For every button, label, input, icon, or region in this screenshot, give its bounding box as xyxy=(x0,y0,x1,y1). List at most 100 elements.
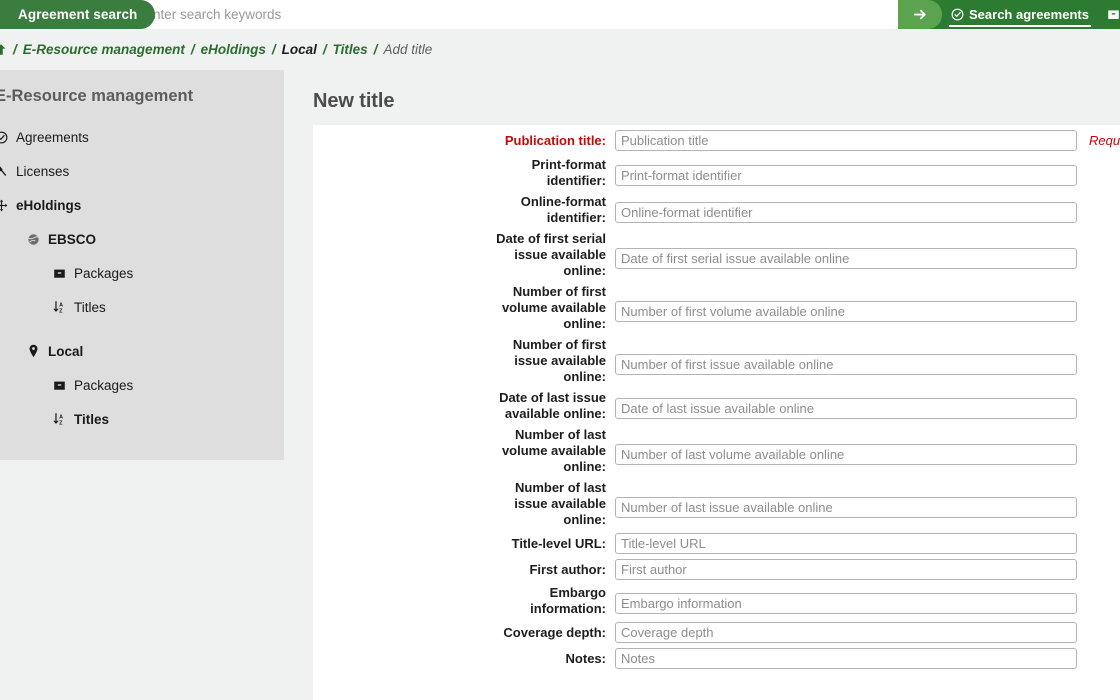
form-row: Coverage depth: xyxy=(313,617,1120,643)
field-input[interactable] xyxy=(615,248,1077,269)
agreement-search-app-pill[interactable]: Agreement search xyxy=(0,0,155,29)
main-pane: New title Publication title:RequiredPrin… xyxy=(300,70,1120,700)
map-pin-icon xyxy=(26,344,41,358)
form-row: Notes: xyxy=(313,643,1120,669)
field-input[interactable] xyxy=(615,622,1077,643)
field-input[interactable] xyxy=(615,165,1077,186)
field-wrapper xyxy=(615,194,1120,223)
breadcrumb: / E-Resource management / eHoldings / Lo… xyxy=(0,29,1120,70)
sidebar-item-label: eHoldings xyxy=(16,198,81,213)
field-wrapper: Required xyxy=(615,130,1120,152)
required-note: Required xyxy=(1089,130,1120,152)
breadcrumb-item-local[interactable]: Local xyxy=(281,42,318,57)
page-body: E-Resource management Agreements Lice xyxy=(0,70,1120,700)
field-input[interactable] xyxy=(615,559,1077,580)
gavel-icon xyxy=(0,164,9,178)
field-input[interactable] xyxy=(615,497,1077,518)
box-icon xyxy=(52,379,67,392)
sidebar-item-label: Licenses xyxy=(16,164,69,179)
breadcrumb-separator: / xyxy=(318,42,332,57)
breadcrumb-item-titles[interactable]: Titles xyxy=(332,42,369,57)
field-label: Notes: xyxy=(313,648,615,667)
search-submit-button[interactable] xyxy=(898,0,942,29)
field-label: Number of last issue available online: xyxy=(313,480,615,528)
field-input[interactable] xyxy=(615,130,1077,151)
field-input[interactable] xyxy=(615,301,1077,322)
sidebar-item-local-titles[interactable]: A Z Titles xyxy=(0,402,284,436)
field-label: Number of first issue available online: xyxy=(313,337,615,385)
form-row: Number of last volume available online: xyxy=(313,422,1120,475)
sidebar-item-ebsco-packages[interactable]: Packages xyxy=(0,256,284,290)
field-label: Print-format identifier: xyxy=(313,157,615,189)
field-input[interactable] xyxy=(615,202,1077,223)
field-label: Online-format identifier: xyxy=(313,194,615,226)
breadcrumb-item-e-resource-management[interactable]: E-Resource management xyxy=(22,42,186,57)
sidebar-item-local-packages[interactable]: Packages xyxy=(0,368,284,402)
breadcrumb-item-eholdings[interactable]: eHoldings xyxy=(200,42,267,57)
form-row: Number of first volume available online: xyxy=(313,279,1120,332)
field-label: Title-level URL: xyxy=(313,533,615,552)
box-icon xyxy=(1107,8,1120,21)
circle-check-icon xyxy=(951,8,964,21)
form-row: Title-level URL: xyxy=(313,528,1120,554)
sidebar-item-ebsco[interactable]: EBSCO xyxy=(0,222,284,256)
field-wrapper xyxy=(615,231,1120,269)
app-pill-label: Agreement search xyxy=(18,7,137,22)
home-icon[interactable] xyxy=(0,42,8,57)
search-input[interactable] xyxy=(134,1,934,28)
sort-alpha-down-icon: A Z xyxy=(52,300,67,314)
sidebar-divider-space xyxy=(0,324,284,334)
form-row: Date of first serial issue available onl… xyxy=(313,226,1120,279)
svg-text:Z: Z xyxy=(59,420,63,426)
sidebar-item-label: Packages xyxy=(74,266,133,281)
tab-search-agreements-label: Search agreements xyxy=(969,7,1089,22)
form-row: Online-format identifier: xyxy=(313,189,1120,226)
new-title-form: Publication title:Required Print-format i… xyxy=(313,125,1120,700)
sidebar-item-label: Titles xyxy=(74,300,106,315)
field-input[interactable] xyxy=(615,593,1077,614)
sidebar-item-eholdings[interactable]: eHoldings xyxy=(0,188,284,222)
field-wrapper xyxy=(615,337,1120,375)
form-row: Number of last issue available online: xyxy=(313,475,1120,528)
sidebar-item-licenses[interactable]: Licenses xyxy=(0,154,284,188)
sidebar-item-ebsco-titles[interactable]: A Z Titles xyxy=(0,290,284,324)
field-wrapper xyxy=(615,559,1120,580)
tab-search-packages[interactable]: Search packages xyxy=(1098,0,1120,29)
sidebar-item-label: Agreements xyxy=(16,130,89,145)
arrow-right-icon xyxy=(913,7,928,22)
box-icon xyxy=(52,267,67,280)
form-row: Date of last issue available online: xyxy=(313,385,1120,422)
breadcrumb-separator: / xyxy=(369,42,383,57)
sidebar-item-local[interactable]: Local xyxy=(0,334,284,368)
field-label: Number of last volume available online: xyxy=(313,427,615,475)
field-input[interactable] xyxy=(615,444,1077,465)
field-label: Date of first serial issue available onl… xyxy=(313,231,615,279)
field-label: First author: xyxy=(313,559,615,578)
global-search-shell xyxy=(134,0,934,29)
svg-text:Z: Z xyxy=(59,308,63,314)
sidebar-item-label: Packages xyxy=(74,378,133,393)
field-input[interactable] xyxy=(615,533,1077,554)
tab-search-agreements[interactable]: Search agreements xyxy=(942,0,1098,29)
sort-alpha-down-icon: A Z xyxy=(52,412,67,426)
field-wrapper xyxy=(615,390,1120,419)
sidebar-item-agreements[interactable]: Agreements xyxy=(0,120,284,154)
field-label: Number of first volume available online: xyxy=(313,284,615,332)
sidebar-item-label: Local xyxy=(48,344,83,359)
form-row: Publication title:Required xyxy=(313,125,1120,152)
breadcrumb-separator: / xyxy=(8,42,22,57)
field-input[interactable] xyxy=(615,398,1077,419)
field-wrapper xyxy=(615,533,1120,554)
form-row: Number of first issue available online: xyxy=(313,332,1120,385)
sidebar: E-Resource management Agreements Lice xyxy=(0,70,284,460)
field-label: Coverage depth: xyxy=(313,622,615,641)
field-wrapper xyxy=(615,284,1120,322)
form-row: Print-format identifier: xyxy=(313,152,1120,189)
field-wrapper xyxy=(615,480,1120,518)
field-wrapper xyxy=(615,585,1120,614)
field-input[interactable] xyxy=(615,354,1077,375)
form-row: First author: xyxy=(313,554,1120,580)
field-input[interactable] xyxy=(615,648,1077,669)
field-wrapper xyxy=(615,648,1120,669)
field-label: Embargo information: xyxy=(313,585,615,617)
